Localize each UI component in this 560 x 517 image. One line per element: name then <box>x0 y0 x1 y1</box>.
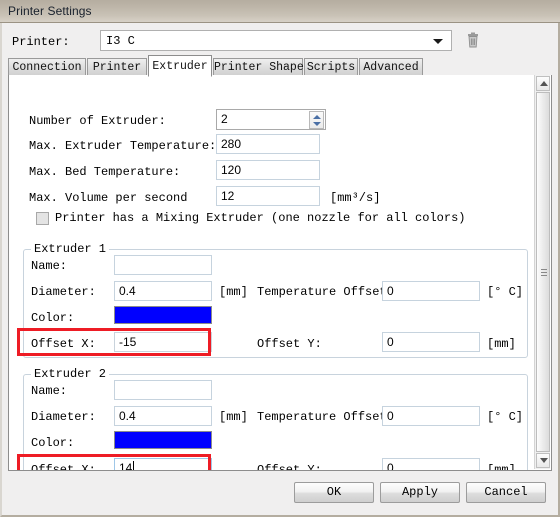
printer-label: Printer: <box>12 35 70 49</box>
scrollbar-thumb[interactable] <box>536 92 550 452</box>
extruder-1-name-label: Name: <box>31 259 68 273</box>
max-bed-temperature-input[interactable]: 120 <box>216 160 320 180</box>
max-extruder-temperature-label: Max. Extruder Temperature: <box>29 139 217 153</box>
extruder-2-offset-x-value: 14 <box>119 461 133 471</box>
scrollbar-grip-icon <box>541 269 547 276</box>
tabstrip: Connection Printer Extruder Printer Shap… <box>8 55 552 77</box>
extruder-2-color-label: Color: <box>31 436 75 450</box>
tab-printer[interactable]: Printer <box>87 58 147 76</box>
dialog-body: Printer: I3 C Connection Printer Extrude… <box>0 23 560 517</box>
ok-button[interactable]: OK <box>294 482 374 503</box>
tab-connection[interactable]: Connection <box>8 58 86 76</box>
extruder-1-temperature-offset-input[interactable]: 0 <box>382 281 480 301</box>
extruder-2-offset-y-unit-label: [mm] <box>487 463 516 471</box>
number-of-extruder-stepper[interactable]: 2 <box>216 109 326 130</box>
number-of-extruder-value: 2 <box>221 112 228 126</box>
number-of-extruder-label: Number of Extruder: <box>29 114 166 128</box>
extruder-2-temperature-offset-unit-label: [° C] <box>487 410 524 424</box>
tab-advanced[interactable]: Advanced <box>359 58 423 76</box>
extruder-1-diameter-unit-label: [mm] <box>219 285 248 299</box>
extruder-1-temperature-offset-label: Temperature Offset: <box>257 285 394 299</box>
printer-combobox-value: I3 C <box>106 34 135 48</box>
stepper-down-arrow-icon[interactable] <box>313 122 321 126</box>
extruder-1-offset-x-label: Offset X: <box>31 337 96 351</box>
number-of-extruder-stepper-buttons[interactable] <box>309 111 324 129</box>
extruder-2-offset-y-label: Offset Y: <box>257 463 322 471</box>
max-bed-temperature-label: Max. Bed Temperature: <box>29 165 181 179</box>
extruder-1-offset-y-label: Offset Y: <box>257 337 322 351</box>
extruder-tab-panel: Number of Extruder: 2 Max. Extruder Temp… <box>8 75 552 471</box>
extruder-1-color-label: Color: <box>31 311 75 325</box>
extruder-2-offset-x-label: Offset X: <box>31 463 96 471</box>
stepper-up-arrow-icon[interactable] <box>313 115 321 119</box>
extruder-2-offset-x-input[interactable]: 14 <box>114 458 212 471</box>
extruder-1-diameter-label: Diameter: <box>31 285 96 299</box>
extruder-1-offset-y-input[interactable]: 0 <box>382 332 480 352</box>
extruder-2-group-title: Extruder 2 <box>31 367 110 381</box>
window-titlebar: Printer Settings <box>0 0 560 23</box>
extruder-1-color-swatch[interactable] <box>114 306 212 324</box>
cancel-button[interactable]: Cancel <box>466 482 546 503</box>
extruder-2-name-input[interactable] <box>114 380 212 400</box>
extruder-1-name-input[interactable] <box>114 255 212 275</box>
tab-extruder[interactable]: Extruder <box>148 55 212 77</box>
max-extruder-temperature-input[interactable]: 280 <box>216 134 320 154</box>
scroll-down-arrow-icon <box>540 458 548 463</box>
scrollbar-up-button[interactable] <box>536 76 550 91</box>
tab-scripts[interactable]: Scripts <box>304 58 358 76</box>
extruder-2-color-swatch[interactable] <box>114 431 212 449</box>
extruder-2-temperature-offset-label: Temperature Offset: <box>257 410 394 424</box>
extruder-1-group-title: Extruder 1 <box>31 242 110 256</box>
extruder-1-temperature-offset-unit-label: [° C] <box>487 285 524 299</box>
extruder-2-diameter-unit-label: [mm] <box>219 410 248 424</box>
max-volume-per-second-input[interactable]: 12 <box>216 186 320 206</box>
printer-combobox[interactable]: I3 C <box>100 30 452 51</box>
printer-settings-dialog: Printer Settings Printer: I3 C Connectio… <box>0 0 560 517</box>
extruder-2-diameter-label: Diameter: <box>31 410 96 424</box>
extruder-2-temperature-offset-input[interactable]: 0 <box>382 406 480 426</box>
max-volume-unit-label: [mm³/s] <box>330 191 381 205</box>
dialog-button-bar: OK Apply Cancel <box>2 471 558 515</box>
panel-scrollbar[interactable] <box>534 75 550 469</box>
extruder-2-offset-y-input[interactable]: 0 <box>382 458 480 470</box>
extruder-2-diameter-input[interactable]: 0.4 <box>114 406 212 426</box>
mixing-extruder-label: Printer has a Mixing Extruder (one nozzl… <box>55 211 466 225</box>
extruder-1-diameter-input[interactable]: 0.4 <box>114 281 212 301</box>
text-cursor <box>133 461 135 470</box>
scroll-up-arrow-icon <box>540 81 548 86</box>
mixing-extruder-checkbox[interactable] <box>36 212 49 225</box>
trash-icon[interactable] <box>464 31 482 50</box>
printer-select-row: Printer: I3 C <box>2 28 558 54</box>
extruder-1-offset-x-input[interactable]: -15 <box>114 332 212 352</box>
apply-button[interactable]: Apply <box>380 482 460 503</box>
chevron-down-icon <box>433 39 443 44</box>
window-title: Printer Settings <box>8 4 92 18</box>
max-volume-per-second-label: Max. Volume per second <box>29 191 188 205</box>
extruder-1-offset-y-unit-label: [mm] <box>487 337 516 351</box>
extruder-2-name-label: Name: <box>31 384 68 398</box>
scrollbar-down-button[interactable] <box>536 453 550 468</box>
tab-printer-shape[interactable]: Printer Shape <box>213 58 304 76</box>
